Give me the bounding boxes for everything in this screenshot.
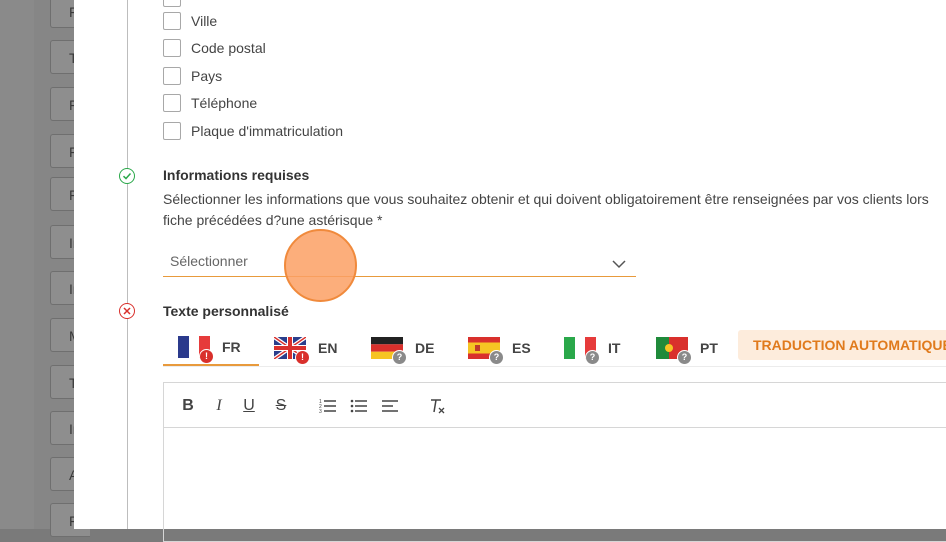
- checkbox[interactable]: [163, 94, 181, 112]
- checkbox[interactable]: [163, 67, 181, 85]
- required-info-title: Informations requises: [163, 167, 310, 183]
- checkbox[interactable]: [163, 0, 181, 7]
- tab-it[interactable]: ? IT: [564, 330, 620, 366]
- chevron-down-icon: [612, 256, 626, 274]
- checkbox-label: Pays: [191, 68, 223, 84]
- spain-flag-icon: ?: [468, 337, 504, 365]
- italic-icon[interactable]: I: [209, 396, 229, 416]
- unknown-badge-icon: ?: [392, 350, 407, 365]
- portugal-flag-icon: ?: [656, 337, 692, 365]
- clear-format-icon[interactable]: [427, 396, 447, 416]
- checkbox-row-pays[interactable]: Pays: [163, 66, 222, 86]
- custom-text-title: Texte personnalisé: [163, 303, 289, 319]
- underline-icon[interactable]: U: [239, 396, 259, 416]
- unknown-badge-icon: ?: [585, 350, 600, 365]
- unknown-badge-icon: ?: [489, 350, 504, 365]
- select-placeholder: Sélectionner: [170, 253, 248, 269]
- rich-text-editor[interactable]: B I U S 123: [163, 382, 946, 542]
- svg-text:3: 3: [319, 409, 322, 414]
- error-badge-icon: !: [295, 350, 310, 365]
- align-left-icon[interactable]: [380, 396, 400, 416]
- checkbox-label: Code postal: [191, 40, 266, 56]
- checkbox-label: Téléphone: [191, 95, 258, 111]
- checkbox-row[interactable]: [163, 0, 191, 8]
- uk-flag-icon: !: [274, 337, 310, 365]
- tab-de[interactable]: ? DE: [371, 330, 434, 366]
- tab-label: EN: [318, 340, 338, 356]
- bullet-list-icon[interactable]: [349, 396, 369, 416]
- tab-label: IT: [608, 340, 621, 356]
- auto-translate-button[interactable]: TRADUCTION AUTOMATIQUE: [738, 330, 946, 360]
- tab-label: ES: [512, 340, 531, 356]
- error-x-icon: [119, 303, 135, 319]
- checkbox[interactable]: [163, 12, 181, 30]
- required-info-description: Sélectionner les informations que vous s…: [163, 191, 929, 228]
- tabs-divider: [163, 366, 946, 367]
- required-info-select[interactable]: Sélectionner: [163, 248, 636, 277]
- bold-icon[interactable]: B: [178, 396, 198, 416]
- checkbox-label: Plaque d'immatriculation: [191, 123, 344, 139]
- tab-es[interactable]: ? ES: [468, 330, 531, 366]
- france-flag-icon: !: [178, 336, 214, 364]
- success-check-icon: [119, 168, 135, 184]
- checkbox-row-ville[interactable]: Ville: [163, 11, 217, 31]
- checkbox-row-telephone[interactable]: Téléphone: [163, 93, 257, 113]
- tab-en[interactable]: ! EN: [274, 330, 337, 366]
- tab-label: FR: [222, 339, 241, 355]
- ordered-list-icon[interactable]: 123: [318, 396, 338, 416]
- editor-toolbar: B I U S 123: [164, 383, 946, 428]
- checkbox-row-plaque[interactable]: Plaque d'immatriculation: [163, 121, 343, 141]
- checkbox-label: Ville: [191, 13, 218, 29]
- cursor-highlight: [284, 229, 357, 302]
- checkbox-row-code-postal[interactable]: Code postal: [163, 38, 266, 58]
- error-badge-icon: !: [199, 349, 214, 364]
- step-timeline: [127, 0, 128, 529]
- checkbox[interactable]: [163, 122, 181, 140]
- tab-fr[interactable]: ! FR: [163, 330, 259, 366]
- italy-flag-icon: ?: [564, 337, 600, 365]
- checkbox[interactable]: [163, 39, 181, 57]
- strikethrough-icon[interactable]: S: [271, 396, 291, 416]
- tab-label: DE: [415, 340, 435, 356]
- tab-pt[interactable]: ? PT: [656, 330, 718, 366]
- tab-label: PT: [700, 340, 718, 356]
- germany-flag-icon: ?: [371, 337, 407, 365]
- unknown-badge-icon: ?: [677, 350, 692, 365]
- auto-translate-label: TRADUCTION AUTOMATIQUE: [753, 337, 946, 353]
